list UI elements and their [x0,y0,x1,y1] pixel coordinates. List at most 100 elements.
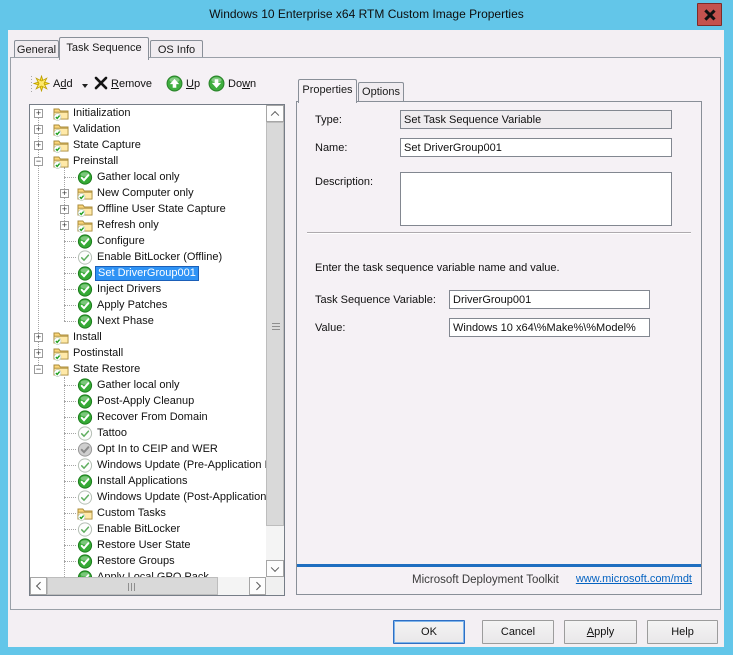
remove-button[interactable]: Remove [111,78,152,90]
tree-item-refresh-only[interactable]: + Refresh only [30,217,266,233]
horizontal-scroll-thumb[interactable] [47,577,218,595]
vertical-scrollbar[interactable] [266,105,284,577]
tree-item-restore-user-state[interactable]: Restore User State [30,537,266,553]
tree-item-tattoo[interactable]: Tattoo [30,425,266,441]
expand-icon[interactable]: + [34,125,43,134]
scroll-down-button[interactable] [266,560,284,577]
cancel-button[interactable]: Cancel [482,620,554,644]
tree-item-apply-local-gpo-pack[interactable]: Apply Local GPO Pack [30,569,266,577]
tree-item-preinstall[interactable]: − Preinstall [30,153,266,169]
tree-item-windows-update-post-application-ins[interactable]: Windows Update (Post-Application Ins [30,489,266,505]
tree-item-label[interactable]: Restore Groups [95,554,177,568]
title-bar[interactable]: Windows 10 Enterprise x64 RTM Custom Ima… [0,0,733,30]
tree-item-label[interactable]: Restore User State [95,538,193,552]
tree-item-postinstall[interactable]: + Postinstall [30,345,266,361]
description-field[interactable] [400,172,672,226]
tree-item-set-drivergroup001[interactable]: Set DriverGroup001 [30,265,266,281]
expand-icon[interactable]: + [34,141,43,150]
tree-item-label[interactable]: Recover From Domain [95,410,210,424]
help-button[interactable]: Help [647,620,718,644]
tree-item-gather-local-only[interactable]: Gather local only [30,377,266,393]
scroll-up-button[interactable] [266,105,284,122]
variable-value-field[interactable] [449,318,650,337]
tree-item-initialization[interactable]: + Initialization [30,105,266,121]
tree-item-label[interactable]: New Computer only [95,186,196,200]
move-up-button[interactable]: Up [186,78,200,90]
tree-item-label[interactable]: Post-Apply Cleanup [95,394,196,408]
tree-item-validation[interactable]: + Validation [30,121,266,137]
expand-icon[interactable]: + [34,333,43,342]
tree-item-label[interactable]: State Restore [71,362,142,376]
tree-item-label[interactable]: Next Phase [95,314,156,328]
horizontal-scrollbar[interactable] [30,577,266,595]
tree-item-label[interactable]: Windows Update (Post-Application Ins [95,490,266,504]
tree-item-label[interactable]: State Capture [71,138,143,152]
mdt-link[interactable]: www.microsoft.com/mdt [576,573,692,585]
apply-button[interactable]: Apply [564,620,637,644]
tree-item-label[interactable]: Windows Update (Pre-Application Inst [95,458,266,472]
tree-item-inject-drivers[interactable]: Inject Drivers [30,281,266,297]
tab-task-sequence[interactable]: Task Sequence [59,37,149,60]
tree-item-install[interactable]: + Install [30,329,266,345]
tree-item-gather-local-only[interactable]: Gather local only [30,169,266,185]
name-field[interactable] [400,138,672,157]
tree-item-label[interactable]: Offline User State Capture [95,202,228,216]
expand-icon[interactable]: + [34,109,43,118]
tree-item-label[interactable]: Initialization [71,106,132,120]
collapse-icon[interactable]: − [34,365,43,374]
expand-icon[interactable]: + [60,205,69,214]
folder-check-icon [77,218,93,233]
tree-item-recover-from-domain[interactable]: Recover From Domain [30,409,266,425]
tree-item-enable-bitlocker[interactable]: Enable BitLocker [30,521,266,537]
type-field[interactable] [400,110,672,129]
tree-item-label[interactable]: Postinstall [71,346,125,360]
tree-item-install-applications[interactable]: Install Applications [30,473,266,489]
close-button[interactable] [697,3,722,26]
tree-item-enable-bitlocker-offline[interactable]: Enable BitLocker (Offline) [30,249,266,265]
tree-item-label[interactable]: Gather local only [95,170,182,184]
tree-item-label[interactable]: Validation [71,122,123,136]
tree-item-label[interactable]: Custom Tasks [95,506,168,520]
tree-item-label[interactable]: Configure [95,234,147,248]
tree-item-label[interactable]: Gather local only [95,378,182,392]
vertical-scroll-thumb[interactable] [266,122,284,526]
add-button[interactable]: Add [53,78,73,90]
tree-item-apply-patches[interactable]: Apply Patches [30,297,266,313]
tree-item-label[interactable]: Set DriverGroup001 [95,266,199,281]
variable-name-field[interactable] [449,290,650,309]
tree-item-post-apply-cleanup[interactable]: Post-Apply Cleanup [30,393,266,409]
tree-item-opt-in-to-ceip-and-wer[interactable]: Opt In to CEIP and WER [30,441,266,457]
expand-icon[interactable]: + [60,221,69,230]
tree-item-label[interactable]: Inject Drivers [95,282,163,296]
tree-item-next-phase[interactable]: Next Phase [30,313,266,329]
tree-item-label[interactable]: Install Applications [95,474,190,488]
tree-item-label[interactable]: Enable BitLocker (Offline) [95,250,224,264]
tree-item-label[interactable]: Refresh only [95,218,161,232]
collapse-icon[interactable]: − [34,157,43,166]
tree-item-custom-tasks[interactable]: Custom Tasks [30,505,266,521]
tree-item-label[interactable]: Enable BitLocker [95,522,182,536]
variable-value-label: Value: [315,322,345,334]
tree-item-label[interactable]: Tattoo [95,426,129,440]
tree-item-label[interactable]: Opt In to CEIP and WER [95,442,220,456]
expand-icon[interactable]: + [34,349,43,358]
tree-item-configure[interactable]: Configure [30,233,266,249]
tree-item-label[interactable]: Apply Patches [95,298,169,312]
scroll-right-button[interactable] [249,577,266,595]
tree-item-new-computer-only[interactable]: + New Computer only [30,185,266,201]
tree-item-state-restore[interactable]: − State Restore [30,361,266,377]
move-down-button[interactable]: Down [228,78,256,90]
tree-item-label[interactable]: Preinstall [71,154,120,168]
ok-button[interactable]: OK [393,620,465,644]
scroll-left-button[interactable] [30,577,47,595]
tree-item-windows-update-pre-application-inst[interactable]: Windows Update (Pre-Application Inst [30,457,266,473]
tree-item-label[interactable]: Install [71,330,104,344]
add-dropdown-caret-icon[interactable] [82,84,88,88]
tab-options[interactable]: Options [358,82,404,103]
tab-properties[interactable]: Properties [298,79,357,103]
tree-item-label[interactable]: Apply Local GPO Pack [95,570,211,577]
tree-item-offline-user-state-capture[interactable]: + Offline User State Capture [30,201,266,217]
tree-item-state-capture[interactable]: + State Capture [30,137,266,153]
expand-icon[interactable]: + [60,189,69,198]
tree-item-restore-groups[interactable]: Restore Groups [30,553,266,569]
